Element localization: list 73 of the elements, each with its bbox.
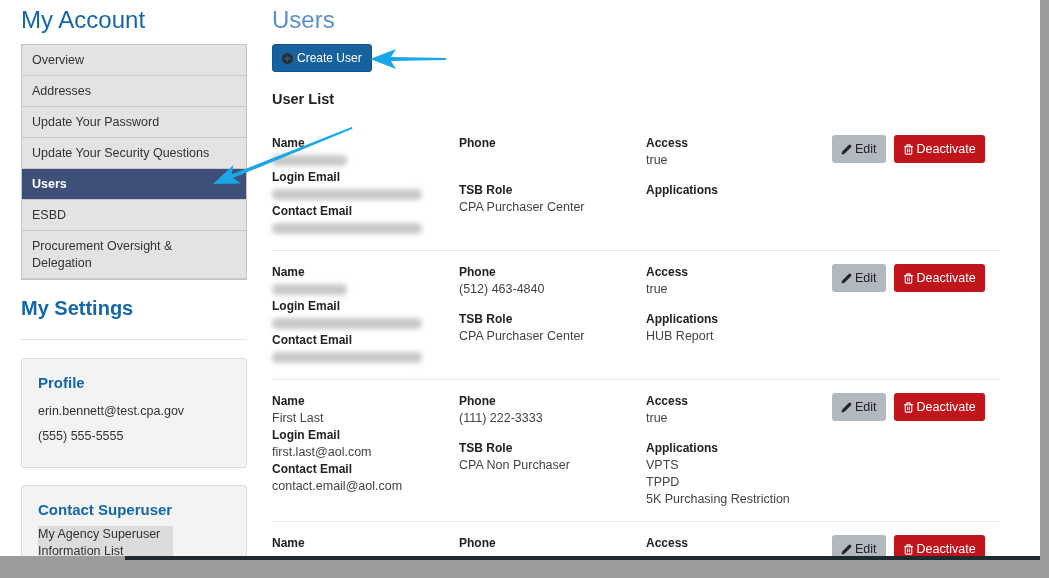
edit-button[interactable]: Edit <box>832 535 886 556</box>
field-value: true <box>646 152 668 169</box>
field-label: TSB Role <box>459 182 513 199</box>
sidebar-item[interactable]: Update Your Security Questions <box>22 138 246 169</box>
superuser-link[interactable]: My Agency Superuser Information List <box>38 526 173 556</box>
page-heading: My Account <box>21 5 146 35</box>
field-value: (512) 463-4840 <box>459 281 545 298</box>
sidebar-item[interactable]: ESBD <box>22 200 246 231</box>
sidebar-item[interactable]: Procurement Oversight & Delegation <box>22 231 246 279</box>
field-value: true <box>646 410 668 427</box>
field-value: contact.email@aol.com <box>272 478 403 495</box>
sidebar-item[interactable]: Update Your Password <box>22 107 246 138</box>
field-label: Login Email <box>272 427 340 444</box>
card-title: Contact Superuser <box>38 500 173 520</box>
field-value: First Last <box>272 410 324 427</box>
section-heading: My Settings <box>21 296 134 320</box>
field-label: Access <box>646 535 689 552</box>
pencil-icon <box>841 272 852 284</box>
field-value: (111) 222-3333 <box>459 410 543 427</box>
field-value: CPA Purchaser Center <box>459 199 585 216</box>
field-label: Applications <box>646 182 718 199</box>
page-title: Users <box>272 5 335 35</box>
field-label: Contact Email <box>272 203 352 220</box>
deactivate-button[interactable]: Deactivate <box>893 535 985 556</box>
field-label: Contact Email <box>272 332 352 349</box>
pencil-icon <box>841 143 852 155</box>
field-label: Applications <box>646 440 718 457</box>
field-value: first.last@aol.com <box>272 444 372 461</box>
field-label: Access <box>646 135 689 152</box>
list-heading: User List <box>272 90 335 109</box>
sidebar-item[interactable]: Addresses <box>22 76 246 107</box>
profile-email: erin.bennett@test.cpa.gov <box>38 403 185 420</box>
deactivate-button[interactable]: Deactivate <box>893 264 985 292</box>
trash-icon <box>902 143 914 155</box>
trash-icon <box>902 272 914 284</box>
field-value: HUB Report <box>646 328 714 345</box>
field-label: Name <box>272 393 305 410</box>
field-label: Access <box>646 393 689 410</box>
field-label: Access <box>646 264 689 281</box>
field-label: TSB Role <box>459 311 513 328</box>
field-value: 5K Purchasing Restriction <box>646 491 790 508</box>
field-label: Login Email <box>272 298 340 315</box>
create-user-button[interactable]: Create User <box>272 44 372 72</box>
profile-phone: (555) 555-5555 <box>38 428 124 445</box>
deactivate-button[interactable]: Deactivate <box>893 135 985 163</box>
field-label: TSB Role <box>459 440 513 457</box>
field-label: Name <box>272 135 305 152</box>
sidebar-item[interactable]: Overview <box>22 45 246 76</box>
field-label: Applications <box>646 311 718 328</box>
plus-circle-icon <box>282 52 293 64</box>
field-label: Name <box>272 264 305 281</box>
card-title: Profile <box>38 373 85 393</box>
field-value: CPA Non Purchaser <box>459 457 570 474</box>
field-value: VPTS <box>646 457 679 474</box>
sidebar-item[interactable]: Users <box>22 169 246 200</box>
field-label: Phone <box>459 135 496 152</box>
field-label: Phone <box>459 264 496 281</box>
edit-button[interactable]: Edit <box>832 264 886 292</box>
edit-button[interactable]: Edit <box>832 393 886 421</box>
field-label: Phone <box>459 393 496 410</box>
field-label: Phone <box>459 535 496 552</box>
field-value: CPA Purchaser Center <box>459 328 585 345</box>
field-label: Name <box>272 535 305 552</box>
trash-icon <box>902 401 914 413</box>
field-label: Contact Email <box>272 461 352 478</box>
deactivate-button[interactable]: Deactivate <box>893 393 985 421</box>
edit-button[interactable]: Edit <box>832 135 886 163</box>
field-value: TPPD <box>646 474 680 491</box>
trash-icon <box>902 543 914 555</box>
field-value: true <box>646 281 668 298</box>
pencil-icon <box>841 543 852 555</box>
field-label: Login Email <box>272 169 340 186</box>
pencil-icon <box>841 401 852 413</box>
